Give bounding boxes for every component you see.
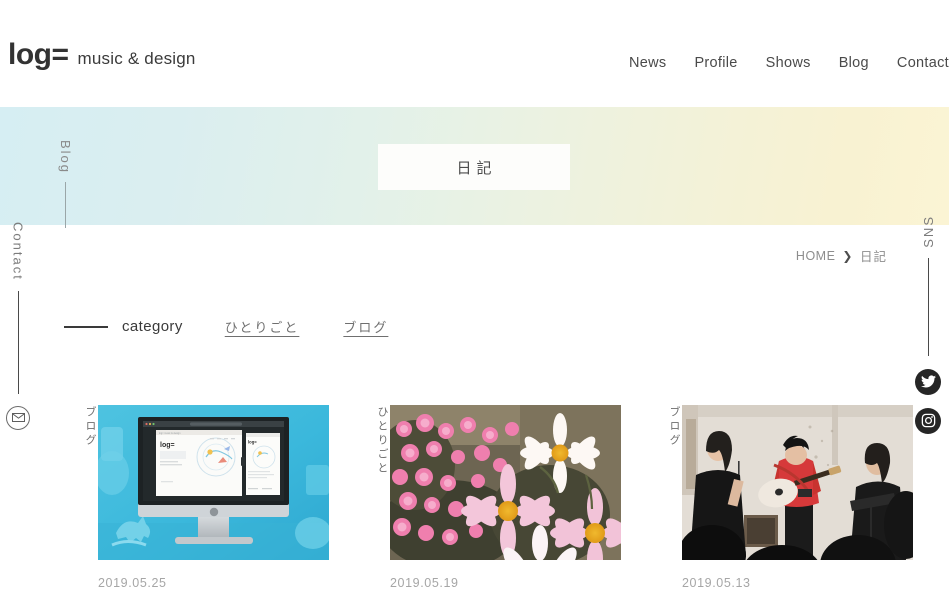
contact-rail-label: Contact bbox=[10, 222, 26, 281]
site-header: log= music & design News Profile Shows B… bbox=[0, 0, 949, 107]
page-title-box: 日記 bbox=[378, 144, 570, 190]
mail-envelope-glyph bbox=[11, 413, 25, 423]
breadcrumb-current: 日記 bbox=[859, 250, 887, 264]
category-link-hitorigoto[interactable]: ひとりごと bbox=[225, 317, 300, 336]
post-category-label: ブログ bbox=[84, 406, 96, 448]
instagram-icon[interactable] bbox=[915, 407, 941, 434]
blog-archive-page: log= music & design News Profile Shows B… bbox=[0, 0, 949, 594]
post-card-top: ブログ bbox=[648, 405, 913, 560]
twitter-bird-glyph bbox=[920, 375, 936, 388]
nav-item-blog[interactable]: Blog bbox=[825, 55, 883, 71]
post-category-label: ブログ bbox=[668, 406, 680, 448]
category-rule bbox=[64, 325, 108, 328]
post-card[interactable]: ブログ bbox=[648, 405, 913, 590]
contact-rail: Contact bbox=[6, 222, 30, 430]
chevron-right-icon: ❯ bbox=[842, 248, 853, 263]
contact-rail-divider bbox=[17, 290, 19, 394]
instagram-camera-glyph bbox=[921, 413, 935, 428]
page-title: 日記 bbox=[456, 159, 497, 177]
nav-item-profile[interactable]: Profile bbox=[680, 55, 751, 71]
logo-tagline: music & design bbox=[77, 49, 196, 68]
live-band-performance-photo[interactable] bbox=[682, 405, 913, 560]
post-card-top: ブログ bbox=[64, 405, 329, 560]
breadcrumb-home-link[interactable]: HOME bbox=[796, 249, 836, 263]
imac-desk-mockup-photo[interactable]: log= music & design log= log= bbox=[98, 405, 329, 560]
post-date: 2019.05.13 bbox=[682, 576, 751, 590]
svg-text:log=: log= bbox=[160, 442, 175, 449]
logo-mark: log= bbox=[8, 38, 69, 71]
category-label: category bbox=[122, 318, 183, 335]
imac-desk-illustration: log= music & design log= log= bbox=[98, 405, 329, 560]
sns-rail: SNS bbox=[915, 215, 941, 434]
post-card[interactable]: ブログ bbox=[64, 405, 329, 590]
post-category-label: ひとりごと bbox=[376, 406, 388, 476]
site-logo[interactable]: log= music & design bbox=[8, 40, 196, 70]
post-date: 2019.05.19 bbox=[390, 576, 459, 590]
pink-flowers-illustration bbox=[390, 405, 621, 560]
post-date: 2019.05.25 bbox=[98, 576, 167, 590]
post-card[interactable]: ひとりごと 2019.05.19 bbox=[356, 405, 621, 590]
main-navigation: News Profile Shows Blog Contact bbox=[615, 55, 949, 71]
category-link-blog[interactable]: ブログ bbox=[343, 317, 388, 336]
live-band-illustration bbox=[682, 405, 913, 560]
breadcrumb: HOME ❯ 日記 bbox=[796, 246, 887, 265]
sns-rail-label: SNS bbox=[920, 215, 936, 248]
twitter-icon[interactable] bbox=[915, 368, 941, 395]
post-card-top: ひとりごと bbox=[356, 405, 621, 560]
post-grid: ブログ log= music & design log= log= 2019.0… bbox=[64, 405, 913, 590]
svg-text:log= music & design: log= music & design bbox=[159, 432, 181, 435]
nav-item-contact[interactable]: Contact bbox=[883, 55, 949, 71]
nav-item-shows[interactable]: Shows bbox=[752, 55, 825, 71]
sns-rail-divider bbox=[927, 257, 929, 356]
mail-envelope-icon[interactable] bbox=[6, 405, 30, 430]
hero-side-divider bbox=[65, 182, 66, 229]
hero-side-label-text: Blog bbox=[58, 140, 73, 175]
hero-side-label: Blog bbox=[58, 140, 73, 229]
pink-flowers-daisies-photo[interactable] bbox=[390, 405, 621, 560]
nav-item-news[interactable]: News bbox=[615, 55, 680, 71]
category-filter-bar: category ひとりごと ブログ bbox=[64, 317, 432, 336]
svg-text:log=: log= bbox=[248, 440, 257, 445]
